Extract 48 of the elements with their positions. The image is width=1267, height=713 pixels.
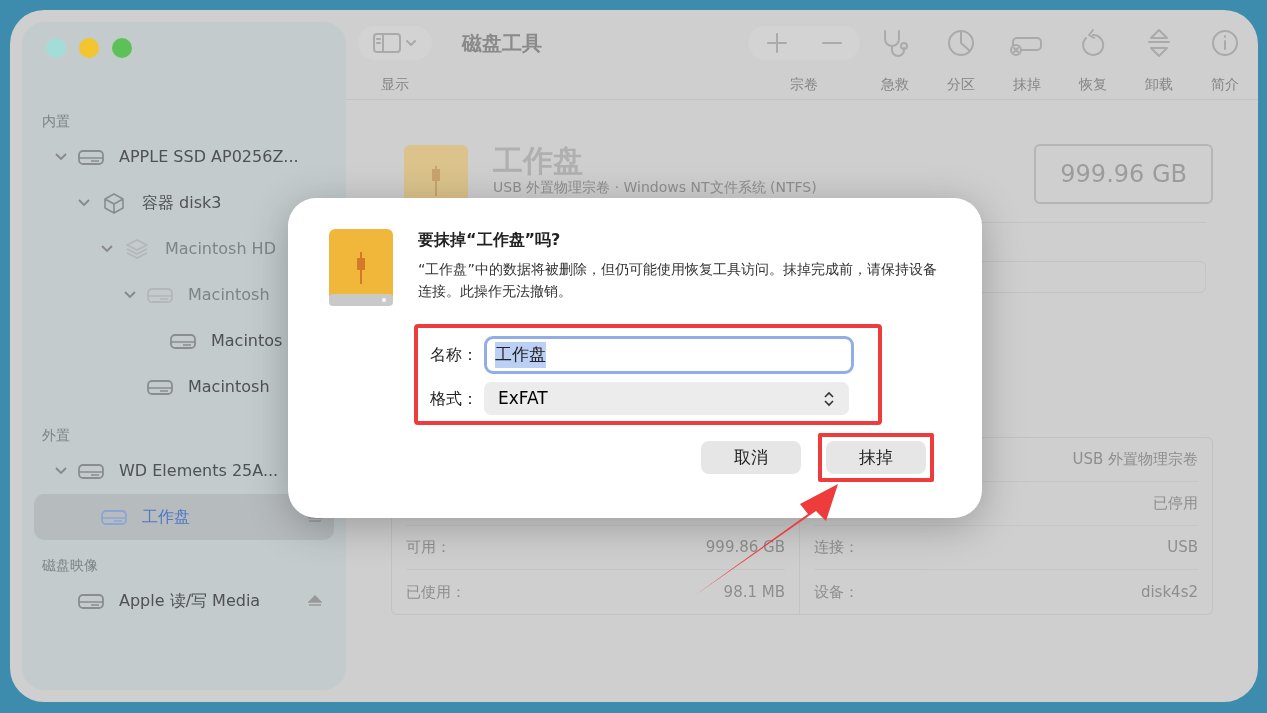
info-value: 999.86 GB <box>705 537 785 559</box>
sidebar-item[interactable]: Macintos <box>34 318 334 364</box>
dialog-title: 要抹掉“工作盘”吗? <box>418 229 562 251</box>
zoom-button[interactable] <box>112 38 132 58</box>
dialog-message: “工作盘”中的数据将被删除，但仍可能使用恢复工具访问。抹掉完成前，请保持设备连接。此操作无法撤销。 <box>418 260 938 301</box>
info-label: 可用： <box>406 537 451 559</box>
sidebar-item[interactable]: APPLE SSD AP0256Z... <box>34 134 334 180</box>
remove-button[interactable] <box>821 41 843 45</box>
info-label: 已使用： <box>406 581 466 603</box>
sidebar-item[interactable]: WD Elements 25A... <box>34 448 334 494</box>
close-button[interactable] <box>46 38 66 58</box>
toolbar-label: 抹掉 <box>1013 75 1041 94</box>
plus-icon <box>765 31 789 55</box>
erase-button[interactable]: 抹掉 <box>826 441 926 474</box>
sidebar-item[interactable]: Macintosh <box>34 364 334 410</box>
field-label: 名称： <box>430 344 479 366</box>
toolbar-label: 卸载 <box>1145 75 1173 94</box>
toolbar-label: 显示 <box>381 75 409 94</box>
field-label: 格式： <box>430 387 479 410</box>
toolbar-label: 简介 <box>1211 75 1239 94</box>
toolbar-label: 恢复 <box>1079 75 1107 94</box>
window-title: 磁盘工具 <box>462 30 542 57</box>
sidebar-icon <box>372 31 418 55</box>
add-button[interactable] <box>765 31 789 55</box>
cancel-button[interactable]: 取消 <box>701 441 801 474</box>
info-value: 已停用 <box>1153 493 1198 515</box>
eject-icon[interactable] <box>308 595 322 607</box>
external-drive-icon <box>328 228 394 308</box>
sidebar-toggle-button[interactable] <box>358 26 432 60</box>
chevron-updown-icon <box>823 390 835 407</box>
section-header: 内置 <box>41 112 71 131</box>
toolbar-label: 分区 <box>947 75 975 94</box>
toolbar-label: 宗卷 <box>790 75 818 94</box>
minimize-button[interactable] <box>79 38 99 58</box>
info-value: 98.1 MB <box>723 581 785 603</box>
info-value: USB 外置物理宗卷 <box>1072 449 1198 471</box>
section-header: 磁盘映像 <box>41 556 99 575</box>
info-value: disk4s2 <box>1140 581 1198 603</box>
section-header: 外置 <box>41 426 71 445</box>
format-dropdown[interactable]: ExFAT <box>484 382 849 415</box>
toolbar-label: 急救 <box>881 75 909 94</box>
sidebar-item[interactable]: Apple 读/写 Media <box>34 578 334 624</box>
name-field[interactable]: 工作盘 <box>484 336 854 374</box>
sidebar-item[interactable]: 容器 disk3 <box>34 180 334 226</box>
minus-icon <box>821 41 843 45</box>
info-label: 设备： <box>814 581 859 603</box>
info-value: USB <box>1167 537 1198 559</box>
info-label: 连接： <box>814 537 859 559</box>
